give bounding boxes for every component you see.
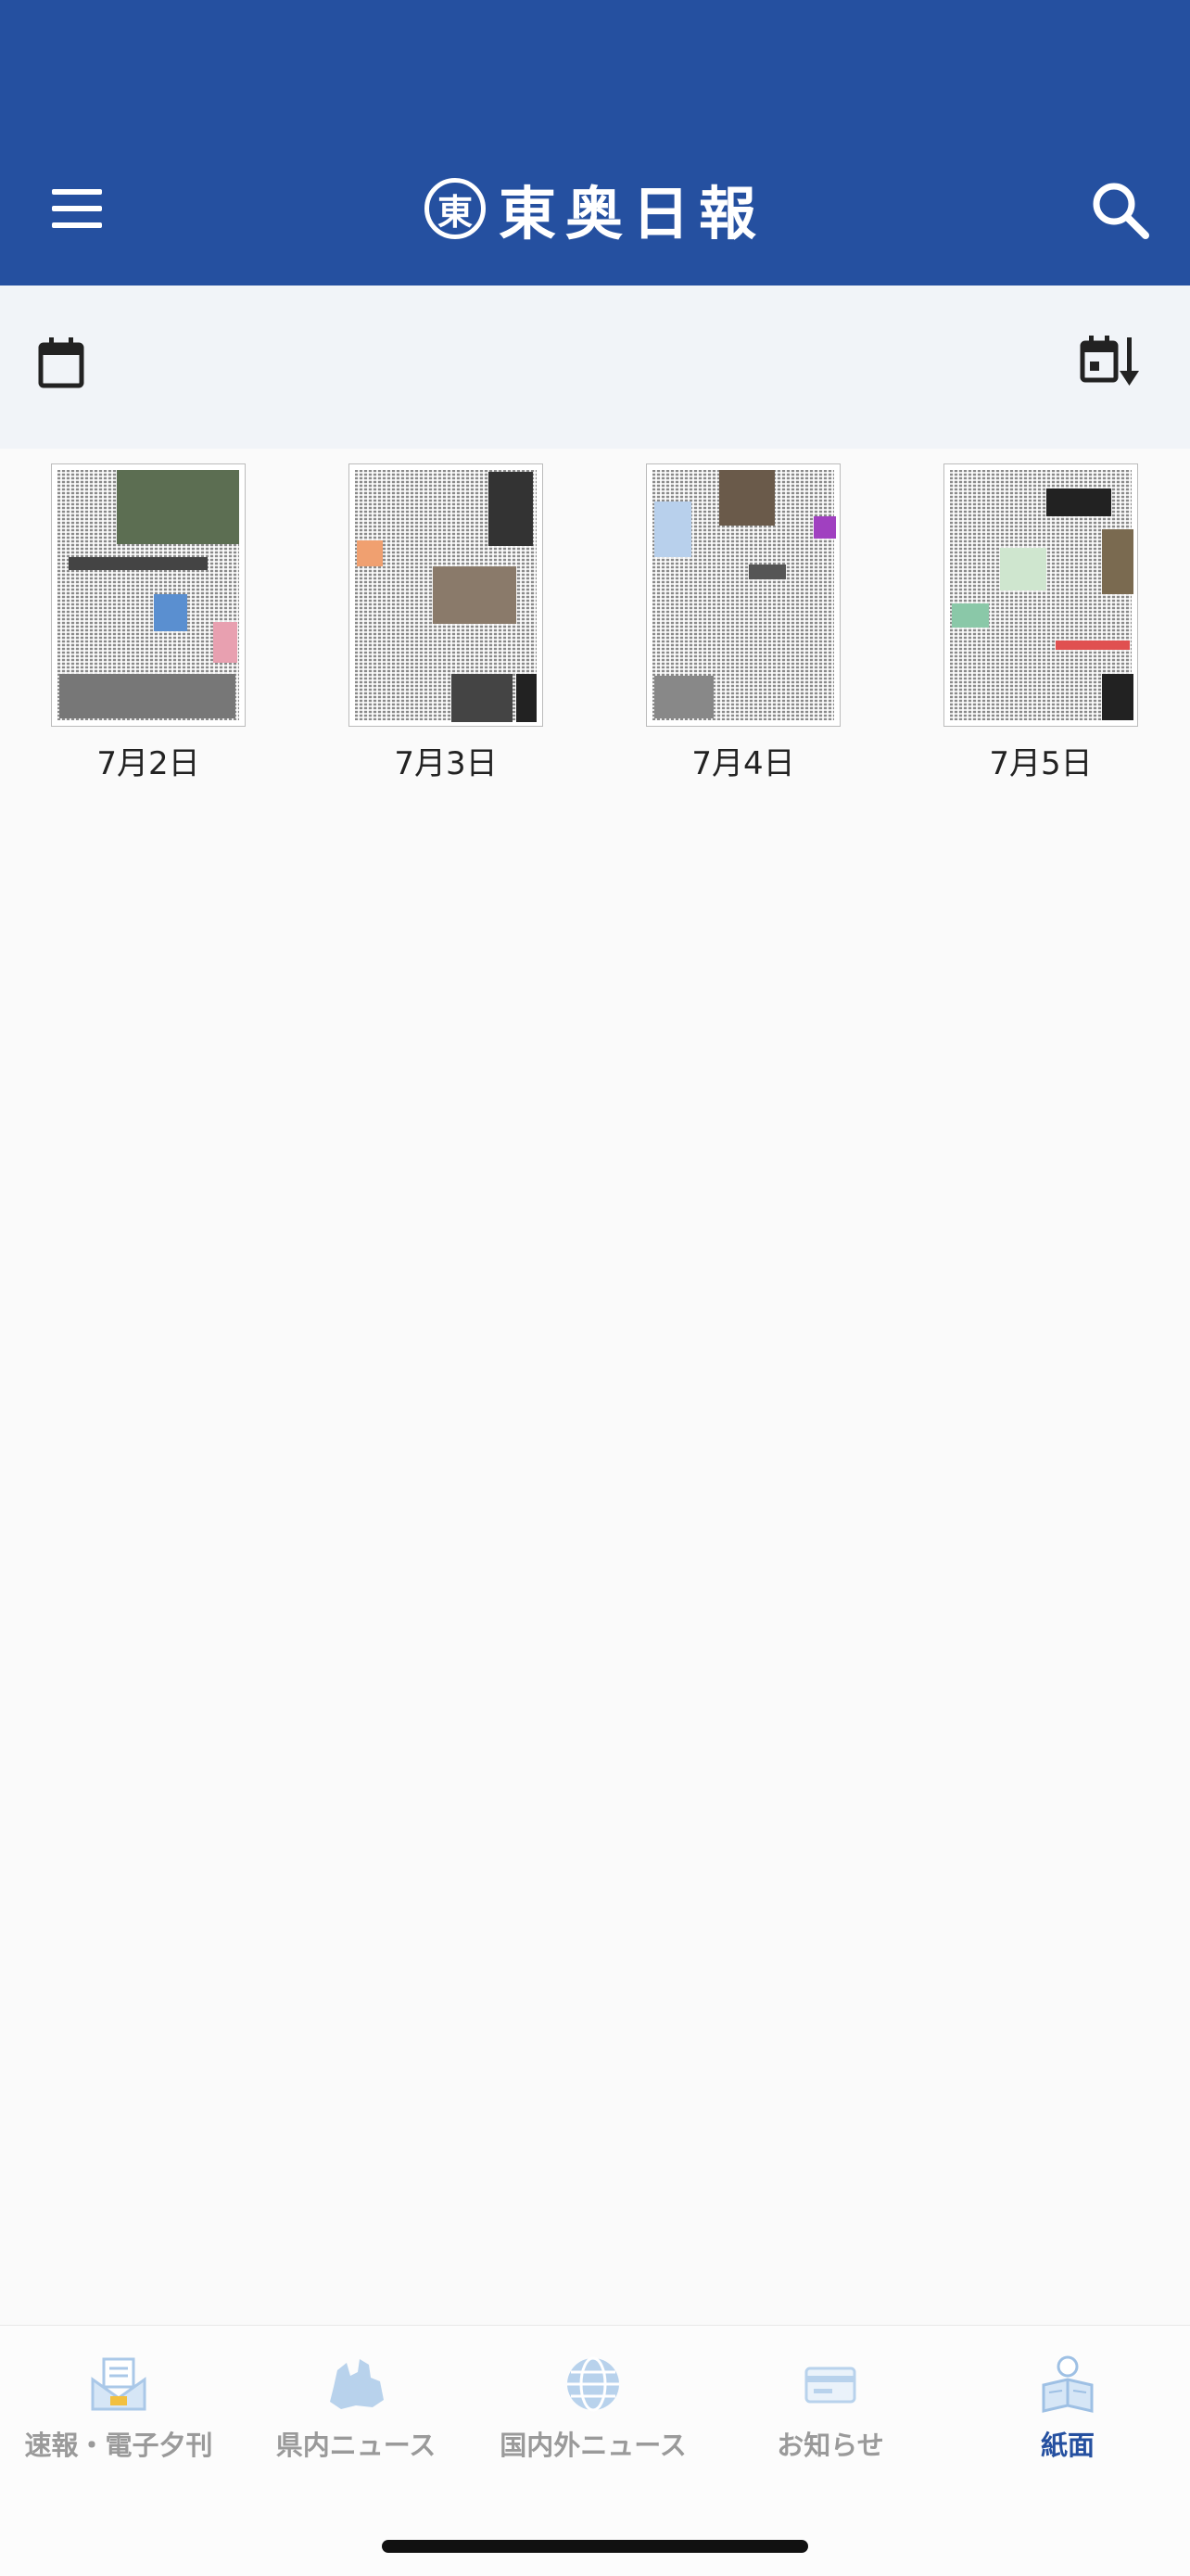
newspaper-date: 7月2日 [96, 745, 200, 782]
tab-label: 紙面 [1040, 2430, 1095, 2461]
tab-label: 県内ニュース [275, 2430, 437, 2461]
tab-newspaper[interactable]: 紙面 [949, 2354, 1186, 2463]
newspaper-date: 7月5日 [989, 745, 1093, 782]
tab-prefecture-news[interactable]: 県内ニュース [237, 2354, 475, 2463]
search-icon [1093, 183, 1149, 239]
card-icon [804, 2367, 856, 2404]
search-button[interactable] [1086, 176, 1157, 247]
newspaper-item[interactable]: 7月3日 [335, 460, 557, 783]
newspaper-thumbnail[interactable] [943, 463, 1138, 727]
hamburger-menu-icon [52, 189, 102, 195]
sort-by-date-button[interactable] [1075, 330, 1149, 395]
calendar-icon [38, 337, 84, 388]
envelope-news-icon [91, 2357, 146, 2411]
tab-label: 速報・電子夕刊 [24, 2430, 213, 2461]
hamburger-menu-line [52, 222, 102, 228]
newspaper-thumbnail[interactable] [348, 463, 543, 727]
newspaper-thumbnail[interactable] [646, 463, 841, 727]
globe-icon [567, 2356, 619, 2412]
hamburger-menu-line [52, 206, 102, 211]
calendar-sort-descending-icon [1080, 336, 1139, 386]
newspaper-reader-icon [1042, 2355, 1094, 2413]
calendar-button[interactable] [33, 334, 93, 393]
menu-button[interactable] [37, 176, 119, 241]
newspaper-thumbnail[interactable] [51, 463, 246, 727]
logo-mark: 東 [424, 178, 486, 239]
bottom-navigation: 速報・電子夕刊 県内ニュース 国内外ニュース お知らせ 紙面 [0, 2325, 1190, 2576]
tab-national-world-news[interactable]: 国内外ニュース [475, 2354, 712, 2463]
tab-label: 国内外ニュース [500, 2430, 687, 2461]
newspaper-date: 7月3日 [394, 745, 498, 782]
tab-announcements[interactable]: お知らせ [712, 2354, 949, 2463]
newspaper-item[interactable]: 7月5日 [930, 460, 1152, 783]
prefecture-map-icon [330, 2359, 384, 2409]
app-title: 東奥日報 [499, 180, 766, 247]
newspaper-item[interactable]: 7月2日 [37, 460, 260, 783]
tab-breaking-news[interactable]: 速報・電子夕刊 [0, 2354, 237, 2463]
newspaper-item[interactable]: 7月4日 [632, 460, 855, 783]
tab-label: お知らせ [777, 2430, 884, 2461]
date-toolbar [0, 286, 1190, 449]
home-indicator[interactable] [382, 2540, 808, 2553]
newspaper-date: 7月4日 [691, 745, 795, 782]
app-logo: 東 東奥日報 [424, 170, 766, 247]
